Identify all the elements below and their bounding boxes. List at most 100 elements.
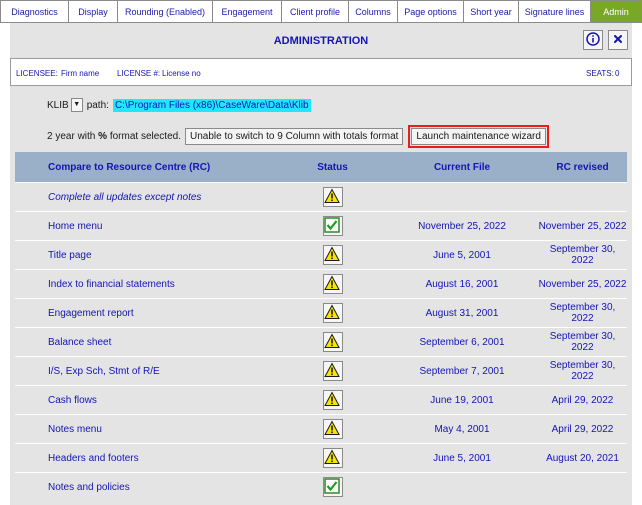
status-button[interactable] [322,361,343,381]
warning-icon [323,391,342,407]
status-button[interactable] [322,477,343,497]
col-header-compare: Compare to Resource Centre (RC) [15,152,279,183]
row-name[interactable]: Index to financial statements [15,269,279,299]
col-header-revised: RC revised [538,152,627,183]
table-row: I/S, Exp Sch, Stmt of R/E September 7, 20… [15,356,627,386]
licensee-bar: LICENSEE: Firm name LICENSE #: License n… [10,58,632,86]
klib-row: KLIB ▼ path: C:\Program Files (x86)\Case… [47,97,311,113]
tab-admin[interactable]: Admin [591,0,642,23]
row-name[interactable]: Cash flows [15,385,279,415]
admin-panel: ADMINISTRATION LICENSEE: Firm name LICEN… [10,23,632,505]
row-status [279,472,386,501]
row-revised-date: September 30, 2022 [538,240,627,270]
table-row: Cash flows June 19, 2001 April 29, 2022 [15,385,627,415]
switch-format-button[interactable]: Unable to switch to 9 Column with totals… [184,127,404,145]
row-name[interactable]: Balance sheet [15,327,279,357]
row-name[interactable]: Complete all updates except notes [15,182,279,212]
row-revised-date: April 29, 2022 [538,414,627,444]
row-revised-date: September 30, 2022 [538,356,627,386]
license-no-label: LICENSE #: [117,69,161,78]
row-status [279,443,386,473]
row-name[interactable]: Notes and policies [15,472,279,501]
table-row: Complete all updates except notes [15,182,627,212]
table-row: Index to financial statements August 16, … [15,269,627,299]
row-current-date [386,472,538,501]
table-row: Title page June 5, 2001 September 30, 2022 [15,240,627,270]
chevron-down-icon: ▼ [73,101,81,108]
status-button[interactable] [322,216,343,236]
warning-icon [323,304,342,320]
launch-maintenance-wizard-button[interactable]: Launch maintenance wizard [408,124,549,148]
table-header-row: Compare to Resource Centre (RC) Status C… [15,152,627,183]
table-row: Headers and footers June 5, 2001 August 20… [15,443,627,473]
table-row: Notes and policies [15,472,627,501]
row-status [279,385,386,415]
status-button[interactable] [322,274,343,294]
tab-rounding-enabled[interactable]: Rounding (Enabled) [118,0,213,23]
format-text-2: format selected. [109,130,181,142]
status-button[interactable] [322,419,343,439]
license-no-value: License no [162,69,201,78]
status-button[interactable] [322,332,343,352]
row-revised-date: November 25, 2022 [538,211,627,241]
row-name[interactable]: Engagement report [15,298,279,328]
row-revised-date [538,472,627,501]
tab-diagnostics[interactable]: Diagnostics [0,0,69,23]
tab-columns[interactable]: Columns [349,0,398,23]
table-row: Notes menu May 4, 2001 April 29, 2022 [15,414,627,444]
row-status [279,211,386,241]
row-current-date: September 7, 2001 [386,356,538,386]
col-header-current: Current File [386,152,538,183]
row-current-date: September 6, 2001 [386,327,538,357]
info-button[interactable] [583,30,603,50]
row-current-date: August 31, 2001 [386,298,538,328]
status-button[interactable] [322,448,343,468]
table-row: Home menu November 25, 2022 November 25, 2… [15,211,627,241]
row-status [279,240,386,270]
status-button[interactable] [322,245,343,265]
table-row: Engagement report August 31, 2001 Septembe… [15,298,627,328]
checkmark-icon [323,478,342,494]
row-revised-date: September 30, 2022 [538,327,627,357]
row-revised-date: September 30, 2022 [538,298,627,328]
row-name[interactable]: Headers and footers [15,443,279,473]
tab-page-options[interactable]: Page options [398,0,464,23]
status-button[interactable] [322,187,343,207]
tab-display[interactable]: Display [69,0,118,23]
format-row: 2 year with % format selected. Unable to… [47,124,549,148]
col-header-status: Status [279,152,386,183]
table-row: Balance sheet September 6, 2001 September … [15,327,627,357]
compare-table: Compare to Resource Centre (RC) Status C… [15,152,627,501]
tab-short-year[interactable]: Short year [464,0,519,23]
close-button[interactable] [608,30,628,50]
warning-icon [323,420,342,436]
row-current-date: June 19, 2001 [386,385,538,415]
tab-engagement[interactable]: Engagement [213,0,282,23]
tab-client-profile[interactable]: Client profile [282,0,349,23]
info-icon [586,31,600,49]
klib-label: KLIB [47,99,69,111]
row-name[interactable]: I/S, Exp Sch, Stmt of R/E [15,356,279,386]
path-label: path: [86,99,109,111]
status-button[interactable] [322,390,343,410]
klib-dropdown[interactable]: ▼ [70,98,83,112]
tab-signature-lines[interactable]: Signature lines [519,0,591,23]
row-name[interactable]: Title page [15,240,279,270]
row-status [279,327,386,357]
tab-bar: Diagnostics Display Rounding (Enabled) Enga… [0,0,642,23]
status-button[interactable] [322,303,343,323]
klib-path-field[interactable]: C:\Program Files (x86)\CaseWare\Data\Kli… [112,98,311,112]
row-revised-date: August 20, 2021 [538,443,627,473]
row-current-date: November 25, 2022 [386,211,538,241]
row-revised-date: April 29, 2022 [538,385,627,415]
row-current-date [386,182,538,212]
row-name[interactable]: Notes menu [15,414,279,444]
row-current-date: June 5, 2001 [386,443,538,473]
warning-icon [323,275,342,291]
row-status [279,414,386,444]
row-status [279,182,386,212]
row-current-date: May 4, 2001 [386,414,538,444]
row-name[interactable]: Home menu [15,211,279,241]
warning-icon [323,333,342,349]
row-revised-date: November 25, 2022 [538,269,627,299]
